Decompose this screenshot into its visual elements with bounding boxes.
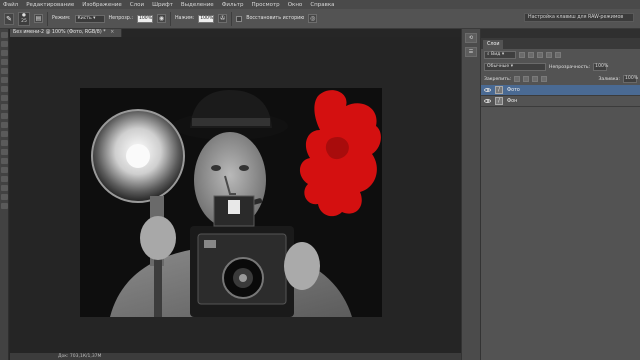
- document-canvas[interactable]: [80, 88, 382, 317]
- crop-tool-icon[interactable]: [0, 68, 8, 74]
- panel-header: [481, 29, 640, 38]
- menu-image[interactable]: Изображение: [78, 2, 126, 8]
- zoom-tool-icon[interactable]: [0, 203, 8, 209]
- brush-icon: /: [495, 86, 503, 94]
- document-tab[interactable]: Без имени-2 @ 100% (Фото, RGB/8) * ×: [10, 29, 122, 37]
- type-tool-icon[interactable]: [0, 167, 8, 173]
- brush-icon[interactable]: ✎: [4, 12, 14, 25]
- filter-smart-icon[interactable]: [555, 52, 561, 58]
- airbrush-icon[interactable]: ✇: [218, 14, 228, 23]
- eye-icon[interactable]: [484, 88, 491, 92]
- menu-bar: Файл Редактирование Изображение Слои Шри…: [0, 0, 640, 9]
- lock-row: Закрепить: Заливка: 100%: [481, 73, 640, 85]
- menu-filter[interactable]: Фильтр: [218, 2, 248, 8]
- history-brush-tool-icon[interactable]: [0, 113, 8, 119]
- brush-size: 25: [21, 18, 27, 24]
- status-bar: Док: 703,1К/1,37М: [10, 353, 461, 360]
- filter-type-icon[interactable]: [537, 52, 543, 58]
- mode-value: Кисть: [77, 15, 92, 21]
- history-icon[interactable]: ⟲: [465, 33, 477, 43]
- move-tool-icon[interactable]: [0, 32, 8, 38]
- separator: [47, 11, 48, 26]
- tab-layers[interactable]: Слои: [483, 40, 504, 49]
- filter-adjustment-icon[interactable]: [528, 52, 534, 58]
- brush-panel-toggle-icon[interactable]: ▤: [34, 14, 43, 23]
- layer-filter-select[interactable]: ⌕ Вид ▾: [484, 51, 516, 59]
- brush-tool-icon[interactable]: [0, 95, 8, 101]
- mode-select[interactable]: Кисть ▾: [74, 14, 105, 23]
- shape-tool-icon[interactable]: [0, 185, 8, 191]
- separator: [169, 11, 171, 26]
- eraser-tool-icon[interactable]: [0, 122, 8, 128]
- gradient-tool-icon[interactable]: [0, 131, 8, 137]
- tools-panel: [0, 29, 9, 360]
- layer-opacity-field[interactable]: 100%: [593, 63, 608, 71]
- separator: [231, 11, 233, 26]
- mode-label: Режим:: [52, 16, 71, 21]
- healing-tool-icon[interactable]: [0, 86, 8, 92]
- lock-transparency-icon[interactable]: [514, 76, 521, 82]
- menu-view[interactable]: Просмотр: [247, 2, 283, 8]
- document-status: Док: 703,1К/1,37М: [58, 354, 102, 359]
- eyedropper-tool-icon[interactable]: [0, 77, 8, 83]
- path-select-tool-icon[interactable]: [0, 176, 8, 182]
- blend-mode-select[interactable]: Обычные ▾: [484, 63, 546, 71]
- layer-name: Фото: [507, 87, 520, 93]
- hand-tool-icon[interactable]: [0, 194, 8, 200]
- panel-tabs: Слои: [481, 38, 640, 49]
- lock-position-icon[interactable]: [532, 76, 539, 82]
- close-icon[interactable]: ×: [110, 30, 114, 35]
- layer-row-photo[interactable]: / Фото: [481, 85, 640, 96]
- blend-row: Обычные ▾ Непрозрачность: 100%: [481, 61, 640, 73]
- menu-layer[interactable]: Слои: [126, 2, 148, 8]
- lock-all-icon[interactable]: [541, 76, 548, 82]
- canvas-area[interactable]: [10, 37, 461, 353]
- filter-pixel-icon[interactable]: [519, 52, 525, 58]
- quick-select-tool-icon[interactable]: [0, 59, 8, 65]
- layers-filter-row: ⌕ Вид ▾: [481, 49, 640, 61]
- pressure-size-icon[interactable]: ◎: [308, 14, 318, 23]
- dodge-tool-icon[interactable]: [0, 149, 8, 155]
- erase-to-history-checkbox[interactable]: [236, 15, 243, 22]
- layer-opacity-label: Непрозрачность:: [549, 64, 591, 70]
- menu-help[interactable]: Справка: [306, 2, 338, 8]
- fill-label: Заливка:: [598, 76, 620, 82]
- eye-icon[interactable]: [484, 99, 491, 103]
- layers-panel: Слои ⌕ Вид ▾ Обычные ▾ Непрозрачность: 1…: [481, 29, 640, 360]
- erase-to-history-label: Восстановить историю: [246, 16, 305, 21]
- pen-tool-icon[interactable]: [0, 158, 8, 164]
- menu-file[interactable]: Файл: [3, 2, 22, 8]
- blend-mode-value: Обычные: [487, 64, 510, 69]
- brush-icon: /: [495, 97, 503, 105]
- pressure-opacity-icon[interactable]: ◉: [156, 14, 166, 23]
- collapsed-panel-dock: ⟲ ☰: [461, 29, 481, 360]
- opacity-field[interactable]: 100%: [136, 14, 153, 23]
- menu-edit[interactable]: Редактирование: [22, 2, 78, 8]
- menu-window[interactable]: Окно: [284, 2, 307, 8]
- layer-row-background[interactable]: / Фон: [481, 96, 640, 107]
- flow-label: Нажим:: [174, 16, 195, 21]
- document-title: Без имени-2 @ 100% (Фото, RGB/8) *: [13, 30, 106, 35]
- flow-field[interactable]: 100%: [198, 14, 215, 23]
- blur-tool-icon[interactable]: [0, 140, 8, 146]
- workspace-preset-select[interactable]: Настройка клавиш для RAW-режимов: [524, 13, 634, 22]
- layers-panel-body: ⌕ Вид ▾ Обычные ▾ Непрозрачность: 100% З…: [481, 49, 640, 360]
- brush-preset-picker[interactable]: ● 25: [18, 11, 30, 26]
- menu-type[interactable]: Шрифт: [148, 2, 177, 8]
- marquee-tool-icon[interactable]: [0, 41, 8, 47]
- stamp-tool-icon[interactable]: [0, 104, 8, 110]
- photographer-image: [80, 88, 382, 317]
- lock-label: Закрепить:: [484, 76, 512, 82]
- lasso-tool-icon[interactable]: [0, 50, 8, 56]
- menu-select[interactable]: Выделение: [177, 2, 218, 8]
- layer-name: Фон: [507, 98, 518, 104]
- fill-field[interactable]: 100%: [623, 75, 638, 83]
- filter-shape-icon[interactable]: [546, 52, 552, 58]
- opacity-label: Непрозр.:: [108, 16, 133, 21]
- lock-pixels-icon[interactable]: [523, 76, 530, 82]
- properties-icon[interactable]: ☰: [465, 47, 477, 57]
- layer-filter-label: Вид: [491, 52, 501, 57]
